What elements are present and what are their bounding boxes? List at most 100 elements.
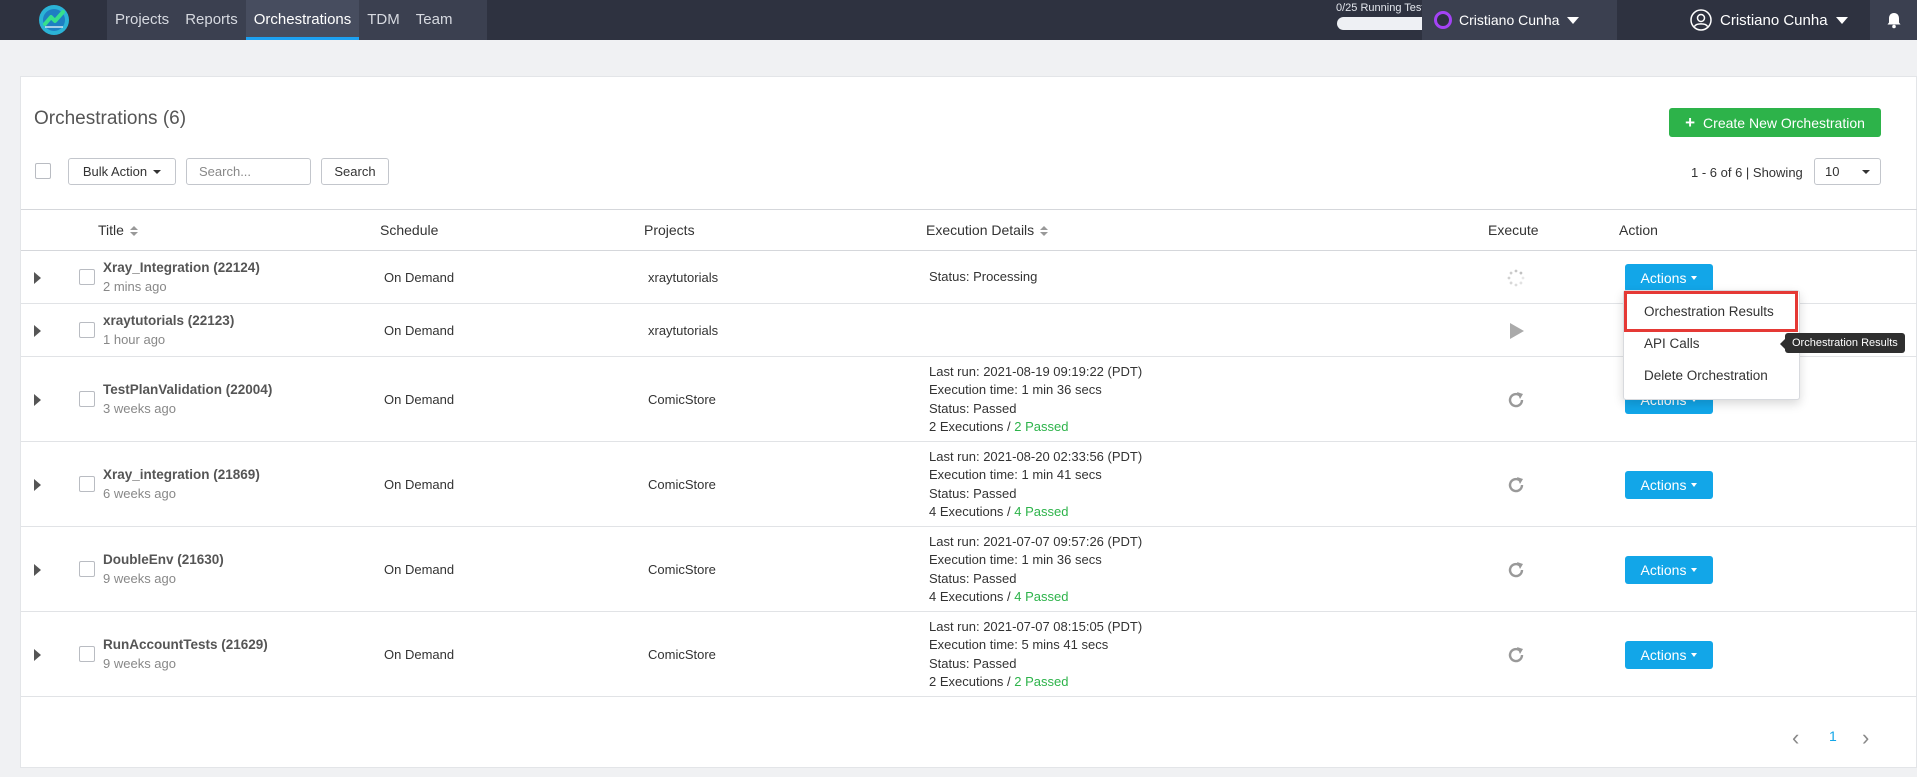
execution-detail-line: Status: Passed	[929, 655, 1017, 671]
tenant-name: Cristiano Cunha	[1459, 12, 1560, 28]
execution-detail-line: Status: Passed	[929, 400, 1017, 416]
page-size-select[interactable]: 10	[1814, 158, 1881, 185]
bulk-action-dropdown[interactable]: Bulk Action	[68, 158, 176, 185]
rerun-icon[interactable]	[1506, 475, 1526, 495]
rerun-icon[interactable]	[1506, 560, 1526, 580]
expand-row-icon[interactable]	[34, 478, 41, 491]
nav-orchestrations[interactable]: Orchestrations	[245, 0, 360, 40]
row-checkbox[interactable]	[79, 475, 95, 492]
rerun-icon[interactable]	[1506, 645, 1526, 665]
project-cell: xraytutorials	[648, 269, 719, 285]
execution-summary: 2 Executions / 2 Passed	[929, 418, 1142, 437]
column-schedule: Schedule	[380, 222, 439, 238]
plus-icon: +	[1685, 112, 1696, 132]
menu-api-calls[interactable]: API Calls	[1624, 336, 1799, 351]
nav-tdm[interactable]: TDM	[359, 0, 408, 40]
orchestration-title[interactable]: DoubleEnv (21630)	[103, 552, 224, 567]
tenant-switcher[interactable]: Cristiano Cunha	[1422, 0, 1617, 40]
execution-detail-line: Execution time: 1 min 41 secs	[929, 467, 1102, 482]
table-row: RunAccountTests (21629) 9 weeks ago On Dem…	[21, 612, 1917, 697]
execution-summary: 4 Executions / 4 Passed	[929, 503, 1142, 522]
sort-icon[interactable]	[1040, 225, 1049, 237]
expand-row-icon[interactable]	[34, 324, 41, 337]
actions-button-label: Actions	[1640, 476, 1687, 493]
expand-row-icon[interactable]	[34, 271, 41, 284]
top-navbar: Projects Reports Orchestrations TDM Team…	[0, 0, 1917, 40]
table-row: DoubleEnv (21630) 9 weeks ago On Demand Com…	[21, 527, 1917, 612]
rerun-icon[interactable]	[1506, 390, 1526, 410]
actions-button-label: Actions	[1640, 269, 1687, 286]
menu-delete-orchestration[interactable]: Delete Orchestration	[1624, 368, 1799, 383]
actions-button-label: Actions	[1640, 561, 1687, 578]
orchestration-title[interactable]: xraytutorials (22123)	[103, 313, 234, 328]
chevron-down-icon	[1691, 275, 1698, 280]
schedule-cell: On Demand	[384, 322, 455, 338]
row-checkbox[interactable]	[79, 321, 95, 338]
next-page-icon[interactable]: ›	[1862, 725, 1869, 751]
paging-info: 1 - 6 of 6 | Showing	[1691, 165, 1803, 180]
search-button[interactable]: Search	[321, 158, 389, 185]
column-title-label: Title	[98, 222, 124, 238]
play-icon[interactable]	[1506, 321, 1526, 341]
column-details-label: Execution Details	[926, 222, 1035, 238]
column-execute: Execute	[1488, 222, 1539, 238]
nav-team[interactable]: Team	[408, 0, 461, 40]
chevron-down-icon	[1691, 482, 1698, 487]
column-execution-details[interactable]: Execution Details	[926, 222, 1049, 238]
chevron-down-icon	[1691, 567, 1698, 572]
row-checkbox[interactable]	[79, 390, 95, 407]
executions-count: 4 Executions	[929, 589, 1004, 604]
passed-count: 4 Passed	[1014, 504, 1069, 519]
passed-count: 2 Passed	[1014, 419, 1069, 434]
orchestration-age: 3 weeks ago	[103, 400, 176, 416]
execution-detail-line: Execution time: 1 min 36 secs	[929, 382, 1102, 397]
chevron-down-icon	[153, 169, 162, 174]
prev-page-icon[interactable]: ‹	[1792, 725, 1799, 751]
orchestration-title[interactable]: Xray_integration (21869)	[103, 467, 260, 482]
nav-reports[interactable]: Reports	[177, 0, 246, 40]
select-all-checkbox[interactable]	[35, 163, 51, 179]
expand-row-icon[interactable]	[34, 393, 41, 406]
search-input[interactable]	[186, 158, 311, 185]
project-cell: ComicStore	[648, 391, 716, 407]
execution-detail-line: Execution time: 1 min 36 secs	[929, 552, 1102, 567]
orchestration-age: 6 weeks ago	[103, 485, 176, 501]
expand-row-icon[interactable]	[34, 648, 41, 661]
expand-row-icon[interactable]	[34, 563, 41, 576]
actions-button[interactable]: Actions	[1625, 640, 1713, 669]
table-row: Xray_integration (21869) 6 weeks ago On De…	[21, 442, 1917, 527]
execution-details: Last run: 2021-07-07 08:15:05 (PDT) Execu…	[929, 618, 1142, 692]
user-avatar-icon	[1690, 9, 1712, 31]
project-cell: ComicStore	[648, 476, 716, 492]
separator: /	[1003, 674, 1015, 689]
spinner-icon[interactable]	[1506, 268, 1526, 288]
tooltip: Orchestration Results	[1780, 333, 1905, 353]
execution-detail-line: Status: Processing	[929, 269, 1038, 285]
user-menu[interactable]: Cristiano Cunha	[1690, 0, 1848, 40]
sort-icon[interactable]	[129, 225, 138, 237]
row-checkbox[interactable]	[79, 560, 95, 577]
project-cell: xraytutorials	[648, 322, 719, 338]
actions-button[interactable]: Actions	[1625, 263, 1713, 292]
orchestration-title[interactable]: TestPlanValidation (22004)	[103, 382, 272, 397]
schedule-cell: On Demand	[384, 646, 455, 662]
chevron-down-icon	[1835, 16, 1848, 24]
executions-count: 4 Executions	[929, 504, 1004, 519]
orchestration-age: 1 hour ago	[103, 331, 166, 347]
app-logo-icon[interactable]	[38, 4, 70, 36]
page-number-current[interactable]: 1	[1829, 728, 1837, 744]
orchestration-title[interactable]: RunAccountTests (21629)	[103, 637, 268, 652]
orchestrations-panel: Orchestrations (6) + Create New Orchestr…	[20, 76, 1917, 768]
orchestration-title[interactable]: Xray_Integration (22124)	[103, 260, 260, 275]
passed-count: 4 Passed	[1014, 589, 1069, 604]
chevron-down-icon	[1567, 16, 1580, 24]
create-orchestration-button[interactable]: + Create New Orchestration	[1669, 108, 1881, 137]
execution-details: Last run: 2021-08-19 09:19:22 (PDT) Execu…	[929, 363, 1142, 437]
column-title[interactable]: Title	[98, 222, 138, 238]
actions-button[interactable]: Actions	[1625, 470, 1713, 499]
actions-button[interactable]: Actions	[1625, 555, 1713, 584]
row-checkbox[interactable]	[79, 645, 95, 662]
nav-projects[interactable]: Projects	[107, 0, 177, 40]
row-checkbox[interactable]	[79, 268, 95, 285]
notifications-button[interactable]	[1870, 0, 1917, 40]
